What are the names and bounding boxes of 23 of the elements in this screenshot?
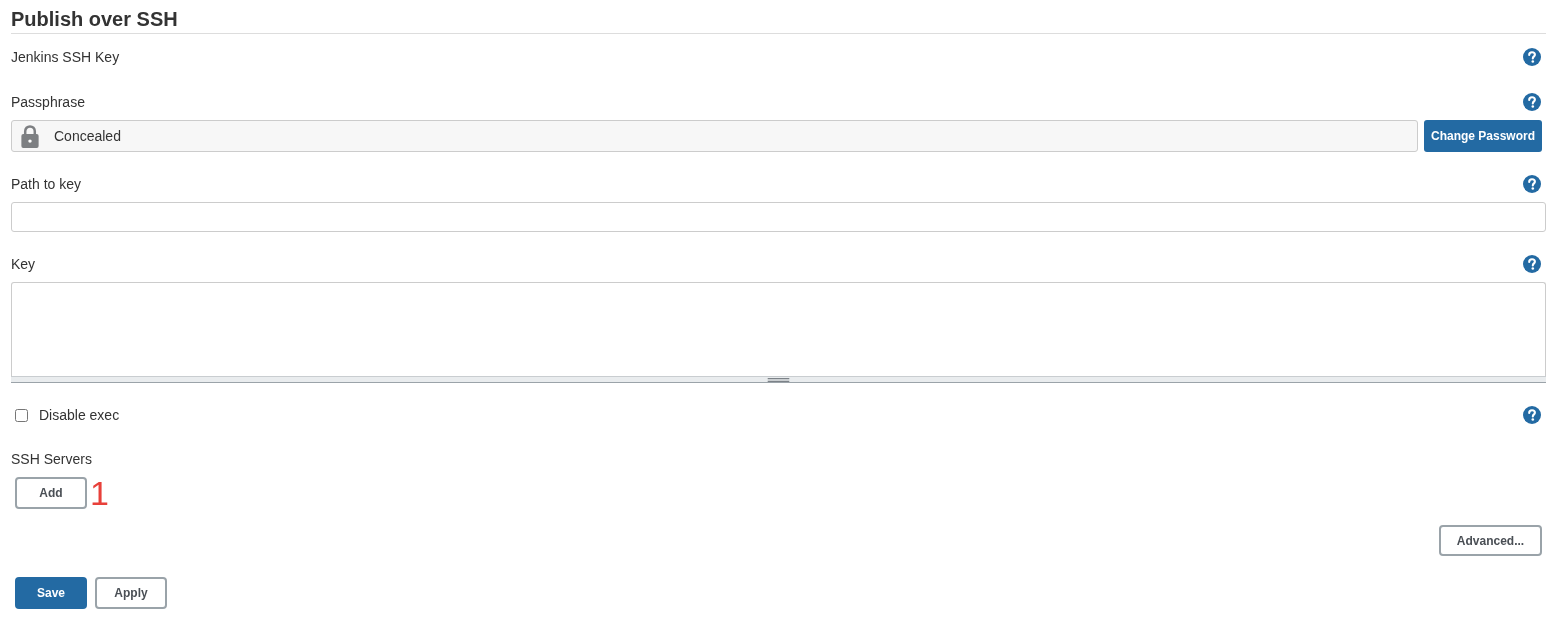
help-icon[interactable]: [1523, 255, 1541, 273]
field-label: Passphrase: [11, 93, 85, 111]
field-label: Key: [11, 255, 36, 273]
concealed-field[interactable]: Concealed: [11, 120, 1418, 152]
lock-icon: [21, 124, 39, 148]
field-label: SSH Servers: [11, 450, 92, 468]
help-icon[interactable]: [1523, 93, 1541, 111]
help-icon[interactable]: [1523, 48, 1541, 66]
help-icon[interactable]: [1523, 406, 1541, 424]
help-icon[interactable]: [1523, 175, 1541, 193]
checkbox-label: Disable exec: [39, 406, 120, 424]
annotation-number: 1: [90, 477, 109, 509]
advanced-button[interactable]: Advanced...: [1439, 525, 1542, 556]
section-title: Publish over SSH: [11, 0, 1546, 34]
field-label: Jenkins SSH Key: [11, 48, 120, 66]
checkbox[interactable]: [15, 408, 28, 422]
save-button[interactable]: Save: [15, 577, 87, 609]
add-button[interactable]: Add: [15, 477, 87, 509]
input-field[interactable]: [11, 202, 1546, 232]
field-label: Path to key: [11, 175, 82, 193]
apply-button[interactable]: Apply: [95, 577, 167, 609]
grip-icon: [765, 377, 792, 382]
change-password-button[interactable]: Change Password: [1424, 120, 1542, 152]
